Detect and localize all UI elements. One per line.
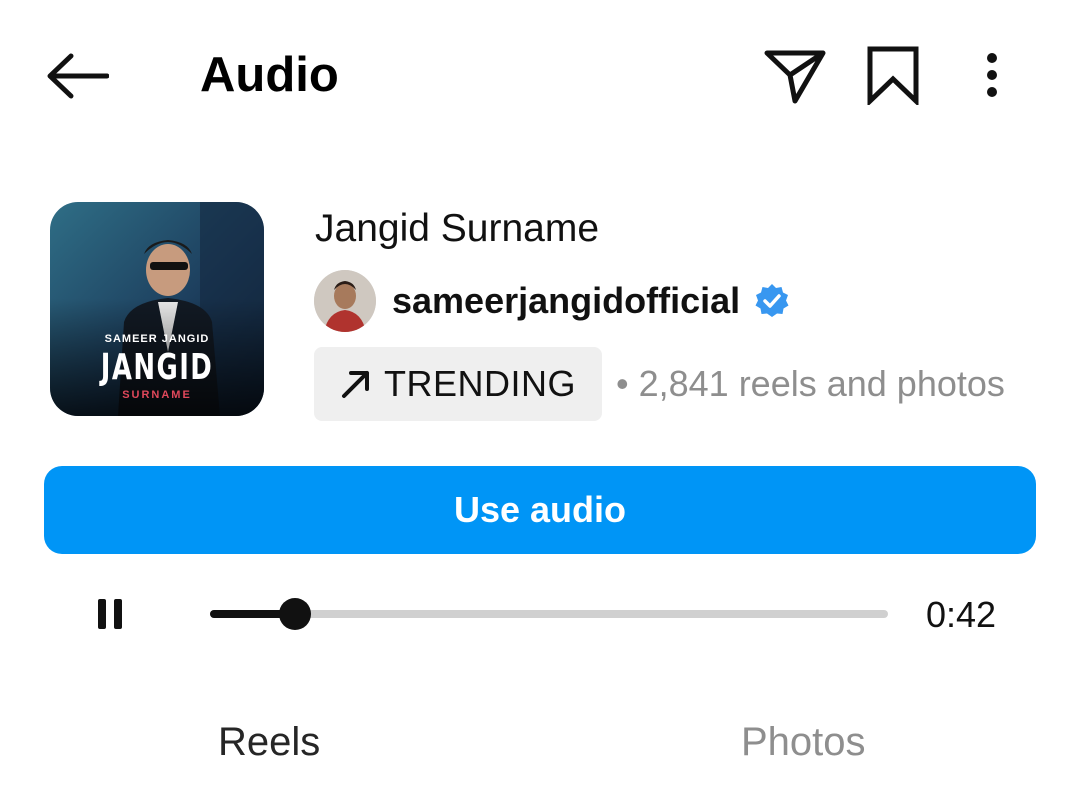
- audio-cover-art[interactable]: SAMEER JANGID JANGID SURNAME: [50, 202, 264, 416]
- track-title: Jangid Surname: [315, 207, 600, 250]
- tab-photos[interactable]: Photos: [741, 716, 866, 768]
- bookmark-icon: [867, 46, 919, 105]
- trending-arrow-icon: [340, 367, 374, 401]
- more-options-button[interactable]: [970, 40, 1014, 110]
- trending-label: TRENDING: [384, 363, 576, 404]
- tab-reels[interactable]: Reels: [218, 716, 320, 768]
- more-vertical-icon: [987, 53, 997, 97]
- page-title: Audio: [200, 48, 339, 102]
- use-audio-label: Use audio: [453, 489, 627, 530]
- reels-count: • 2,841 reels and photos: [616, 363, 1005, 404]
- verified-badge-icon: [754, 283, 790, 319]
- playback-time: 0:42: [926, 594, 997, 635]
- trending-badge: TRENDING: [314, 347, 602, 421]
- top-bar: Audio: [0, 0, 1080, 150]
- pause-button[interactable]: [86, 590, 134, 638]
- playback-progress-slider[interactable]: [210, 598, 888, 630]
- back-arrow-icon: [47, 53, 109, 99]
- back-button[interactable]: [40, 45, 114, 107]
- artist-link[interactable]: sameerjangidofficial: [314, 270, 790, 332]
- cover-title-text: JANGID: [100, 347, 214, 388]
- artist-name[interactable]: sameerjangidofficial: [392, 280, 740, 322]
- audio-meta-row: TRENDING • 2,841 reels and photos: [314, 347, 1005, 421]
- progress-thumb[interactable]: [279, 598, 311, 630]
- progress-track: [210, 610, 888, 618]
- cover-subtitle-text: SURNAME: [122, 389, 192, 401]
- pause-icon: [98, 599, 122, 629]
- save-button[interactable]: [860, 40, 926, 110]
- share-button[interactable]: [760, 40, 830, 110]
- avatar: [314, 270, 376, 332]
- cover-artist-text: SAMEER JANGID: [104, 333, 210, 345]
- send-icon: [764, 50, 826, 104]
- use-audio-button[interactable]: Use audio: [44, 466, 1036, 554]
